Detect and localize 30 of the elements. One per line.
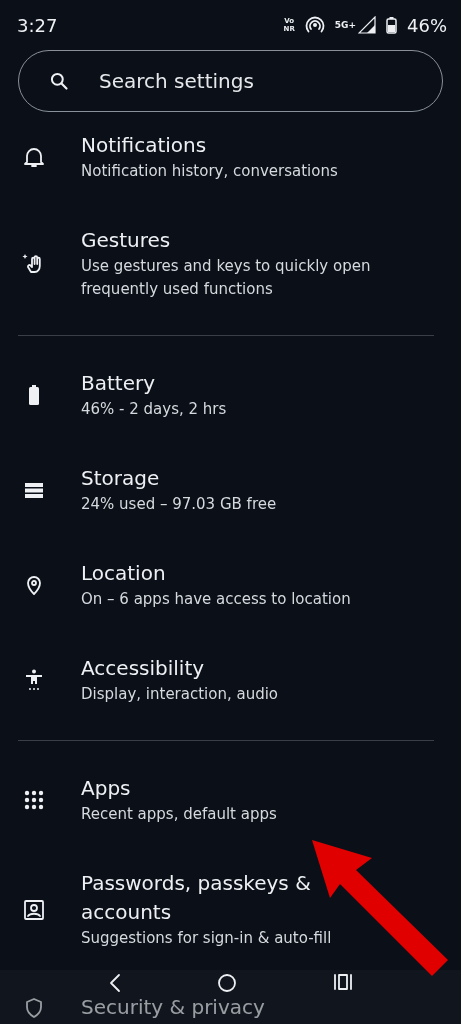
- item-title: Location: [81, 560, 167, 587]
- item-title: Notifications: [81, 132, 208, 159]
- item-subtitle: Recent apps, default apps: [81, 804, 277, 825]
- item-subtitle: On – 6 apps have access to location: [81, 589, 351, 610]
- battery-percent: 46%: [407, 14, 447, 36]
- item-subtitle: 24% used – 97.03 GB free: [81, 494, 277, 515]
- item-title: Passwords, passkeys & accounts: [81, 870, 312, 926]
- contact-card-icon: [21, 897, 46, 922]
- recents-icon[interactable]: [333, 973, 354, 991]
- item-title: Storage: [81, 465, 161, 492]
- item-subtitle: 46% - 2 days, 2 hrs: [81, 399, 227, 420]
- search-icon: [49, 71, 69, 91]
- back-icon[interactable]: [107, 973, 122, 993]
- item-title: Accessibility: [81, 655, 206, 682]
- item-subtitle: Display, interaction, audio: [81, 684, 279, 705]
- item-title: Battery: [81, 370, 157, 397]
- home-icon[interactable]: [217, 973, 238, 993]
- item-subtitle: Use gestures and keys to quickly open frequently used functions: [81, 256, 371, 300]
- item-title: Gestures: [81, 227, 172, 254]
- hotspot-icon: [304, 15, 325, 35]
- clock-time: 3:27: [17, 14, 59, 36]
- signal-icon: [358, 16, 376, 34]
- search-field[interactable]: Search settings: [97, 68, 442, 94]
- item-subtitle: Suggestions for sign-in & auto-fill: [81, 928, 333, 949]
- item-subtitle: Notification history, conversations: [81, 161, 338, 182]
- battery-status-icon: [386, 16, 397, 34]
- network-type: 5G+: [334, 20, 356, 30]
- item-title: Security & privacy: [81, 994, 265, 1021]
- bell-icon: [21, 145, 46, 169]
- item-title: Apps: [81, 775, 132, 802]
